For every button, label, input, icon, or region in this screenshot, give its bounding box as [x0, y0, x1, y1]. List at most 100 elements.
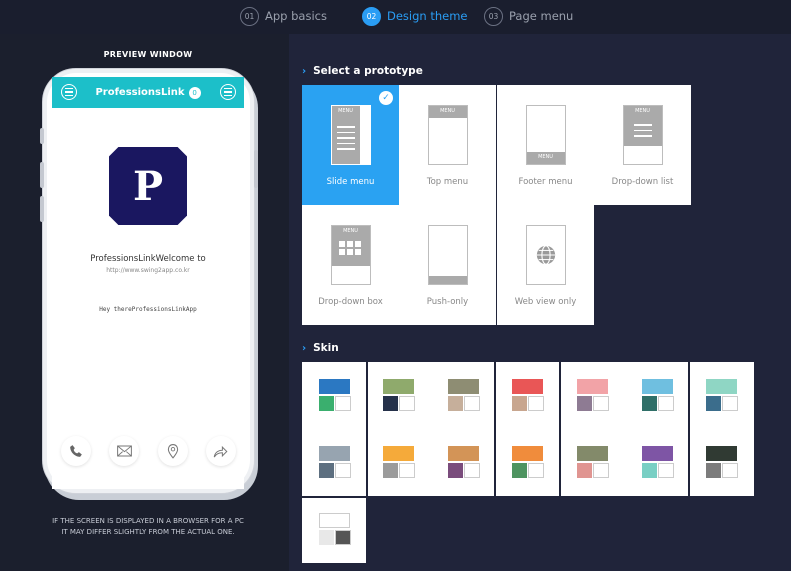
skin-swatch[interactable] [511, 379, 545, 411]
prototype-thumbnail: MENU [330, 225, 371, 285]
check-icon: ✓ [379, 91, 393, 105]
mail-icon[interactable] [109, 436, 140, 466]
welcome-text: ProfessionsLinkWelcome to [90, 254, 206, 264]
prototype-label: Footer menu [518, 177, 573, 187]
menu-icon[interactable] [220, 84, 236, 100]
step-number: 03 [484, 6, 503, 26]
skin-secondary-color [319, 530, 334, 545]
skin-primary-color [577, 379, 608, 394]
share-icon[interactable] [205, 436, 236, 466]
menu-icon[interactable] [61, 84, 77, 100]
skin-primary-color [319, 513, 350, 528]
prototype-drop-down-box[interactable]: MENU Drop-down box [302, 205, 399, 325]
step-label: App basics [265, 9, 327, 23]
skin-primary-color [577, 446, 608, 461]
step-label: Page menu [509, 9, 574, 23]
location-icon[interactable] [157, 436, 188, 466]
menu-tag: MENU [538, 154, 553, 160]
prototype-thumbnail [427, 225, 468, 285]
phone-side-button [40, 128, 44, 144]
skin-secondary-color [383, 396, 398, 411]
prototype-label: Drop-down list [611, 177, 674, 187]
prototype-label: Push-only [426, 297, 469, 307]
skin-primary-color [512, 379, 543, 394]
skin-swatch[interactable] [705, 446, 739, 478]
skin-swatch[interactable] [318, 379, 352, 411]
phone-icon[interactable] [61, 436, 91, 466]
menu-tag: MENU [343, 228, 358, 234]
greeting-text: Hey thereProfessionsLinkApp [99, 306, 197, 313]
skin-primary-color [448, 446, 479, 461]
skin-swatch[interactable] [641, 446, 675, 478]
app-logo: P [109, 147, 187, 225]
skin-background-color [528, 396, 544, 411]
preview-title: PREVIEW WINDOW [103, 50, 193, 59]
preview-note: IF THE SCREEN IS DISPLAYED IN A BROWSER … [0, 516, 296, 538]
skin-background-color [335, 530, 351, 545]
step-page-menu[interactable]: 03 Page menu [484, 6, 573, 26]
skin-background-color [658, 463, 674, 478]
skin-primary-color [319, 446, 350, 461]
prototype-push-only[interactable]: Push-only [399, 205, 496, 325]
app-bar: ProfessionsLink 0 [52, 77, 244, 108]
skin-secondary-color [319, 463, 334, 478]
skin-primary-color [642, 379, 673, 394]
skin-swatch[interactable] [576, 446, 610, 478]
skin-swatch[interactable] [705, 379, 739, 411]
skin-secondary-color [448, 396, 463, 411]
app-title: ProfessionsLink [95, 87, 185, 98]
prototype-footer-menu[interactable]: MENU Footer menu [497, 85, 594, 205]
skin-background-color [335, 396, 351, 411]
skin-secondary-color [448, 463, 463, 478]
skin-secondary-color [706, 396, 721, 411]
menu-panel: MENU [526, 152, 565, 164]
prototype-section-title: › Select a prototype [302, 65, 423, 77]
skin-swatch[interactable] [576, 379, 610, 411]
menu-panel: MENU [428, 106, 467, 118]
skin-swatch[interactable] [641, 379, 675, 411]
skin-section-title: › Skin [302, 342, 339, 354]
skin-background-color [335, 463, 351, 478]
skin-secondary-color [383, 463, 398, 478]
section-title-text: Select a prototype [313, 65, 423, 77]
skin-swatch[interactable] [318, 446, 352, 478]
skin-swatch[interactable] [511, 446, 545, 478]
prototype-label: Slide menu [326, 177, 375, 187]
notification-badge: 0 [188, 86, 201, 99]
skin-background-color [593, 463, 609, 478]
skin-primary-color [706, 379, 737, 394]
skin-swatch[interactable] [382, 379, 416, 411]
step-app-basics[interactable]: 01 App basics [240, 6, 327, 26]
prototype-label: Drop-down box [318, 297, 383, 307]
skin-swatch[interactable] [318, 513, 352, 545]
prototype-drop-down-list[interactable]: MENU Drop-down list [594, 85, 691, 205]
bottom-icon-bar [61, 436, 236, 466]
skin-swatch[interactable] [382, 446, 416, 478]
menu-tag: MENU [440, 108, 455, 114]
skin-swatch[interactable] [447, 446, 481, 478]
chevron-right-icon: › [302, 65, 307, 77]
skin-secondary-color [706, 463, 721, 478]
grid-icon [338, 241, 361, 255]
prototype-label: Top menu [426, 177, 469, 187]
step-number: 02 [362, 6, 381, 26]
phone-side-button [40, 162, 44, 188]
phone-side-button [254, 150, 258, 188]
prototype-top-menu[interactable]: MENU Top menu [399, 85, 496, 205]
step-design-theme[interactable]: 02 Design theme [362, 6, 468, 26]
push-bar [428, 276, 467, 284]
skin-background-color [658, 396, 674, 411]
skin-secondary-color [319, 396, 334, 411]
skin-swatch[interactable] [447, 379, 481, 411]
prototype-thumbnail: MENU [427, 105, 468, 165]
prototype-slide-menu[interactable]: ✓ MENU Slide menu [302, 85, 399, 205]
app-url: http://www.swing2app.co.kr [106, 267, 190, 274]
skin-background-color [399, 463, 415, 478]
skin-primary-color [448, 379, 479, 394]
phone-side-button [40, 196, 44, 222]
prototype-web-view-only[interactable]: Web view only [497, 205, 594, 325]
prototype-thumbnail: MENU [622, 105, 663, 165]
preview-note-line: IT MAY DIFFER SLIGHTLY FROM THE ACTUAL O… [61, 528, 235, 536]
preview-note-line: IF THE SCREEN IS DISPLAYED IN A BROWSER … [52, 517, 244, 525]
skin-primary-color [512, 446, 543, 461]
